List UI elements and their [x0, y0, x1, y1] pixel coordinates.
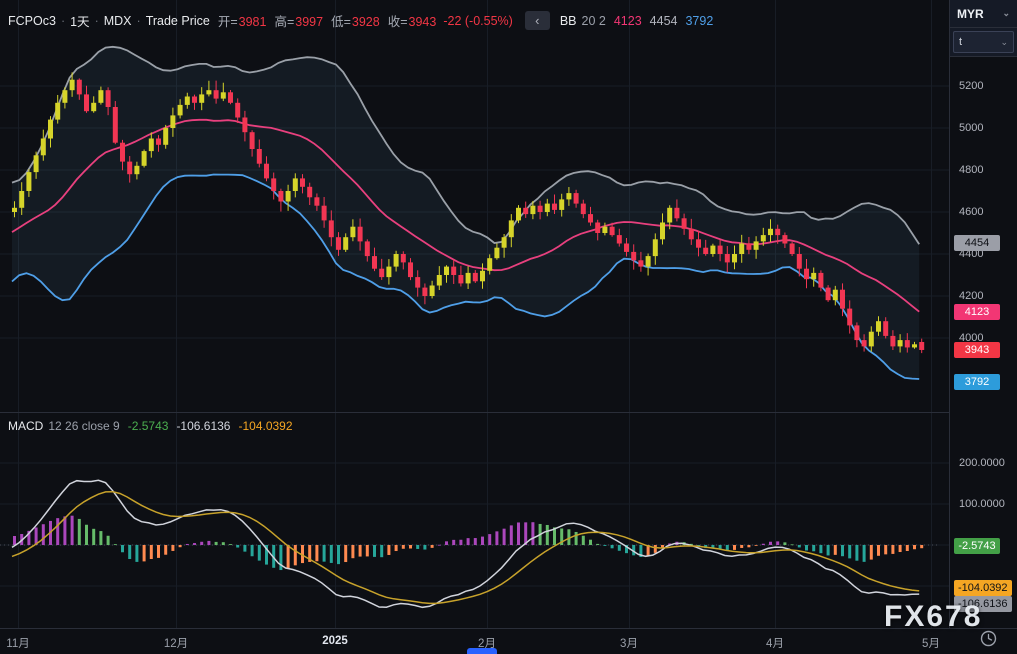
ohlc-key: 开=	[218, 15, 238, 29]
bb-value: 3792	[685, 14, 713, 28]
bb-values: 4123 4454 3792	[606, 14, 713, 28]
macd-name: MACD	[8, 419, 43, 433]
series-type-label: Trade Price	[146, 14, 210, 28]
axis-price-badge: -106.6136	[954, 596, 1012, 612]
separator-dot: ·	[95, 14, 99, 28]
ohlc-key: 收=	[388, 15, 408, 29]
macd-value: -106.6136	[176, 419, 230, 433]
ohlc-key: 低=	[331, 15, 351, 29]
symbol-title[interactable]: FCPOc3	[8, 14, 56, 28]
unit-label: t	[959, 36, 962, 48]
main-legend: FCPOc3 · 1天 · MDX · Trade Price 开=3981 高=…	[8, 11, 713, 30]
axis-tick-label: 200.0000	[959, 456, 1005, 470]
ohlc-values: 开=3981 高=3997 低=3928 收=3943	[210, 11, 437, 30]
macd-value: -104.0392	[238, 419, 292, 433]
trading-chart-app: FCPOc3 · 1天 · MDX · Trade Price 开=3981 高=…	[0, 0, 1017, 654]
unit-dropdown[interactable]: t ⌄	[953, 31, 1014, 53]
macd-indicator-title[interactable]: MACD 12 26 close 9	[8, 419, 120, 433]
bb-name: BB	[560, 14, 577, 28]
time-axis-label: 3月	[620, 635, 638, 651]
time-axis-label: 2025	[322, 635, 348, 647]
axis-price-badge: 4123	[954, 304, 1000, 320]
chart-canvas[interactable]	[0, 0, 1017, 654]
currency-dropdown[interactable]: MYR ⌄	[950, 0, 1017, 28]
chevron-down-icon: ⌄	[1000, 37, 1008, 48]
macd-legend: MACD 12 26 close 9 -2.5743 -106.6136 -104.0…	[8, 419, 293, 433]
collapse-legend-button[interactable]: ‹	[525, 11, 550, 30]
time-axis-label: 4月	[766, 635, 784, 651]
separator-dot: ·	[61, 14, 65, 28]
ohlc-value: 3997	[295, 15, 323, 29]
bb-params: 20 2	[582, 14, 606, 28]
axis-price-badge: 3943	[954, 342, 1000, 358]
ohlc-value: 3981	[239, 15, 267, 29]
axis-tick-label: 4800	[959, 163, 983, 177]
time-axis-label: 5月	[922, 635, 940, 651]
macd-value: -2.5743	[128, 419, 169, 433]
bb-value: 4123	[614, 14, 642, 28]
separator-dot: ·	[137, 14, 141, 28]
bottom-blue-chip[interactable]	[467, 648, 497, 654]
axis-tick-label: 5000	[959, 121, 983, 135]
axis-tick-label: 4600	[959, 205, 983, 219]
currency-unit-widget: MYR ⌄ t ⌄	[949, 0, 1017, 57]
ohlc-value: 3928	[352, 15, 380, 29]
axis-price-badge: -2.5743	[954, 538, 1000, 554]
axis-tick-label: 4200	[959, 289, 983, 303]
axis-tick-label: 100.0000	[959, 497, 1005, 511]
exchange-label: MDX	[104, 14, 132, 28]
macd-params: 12 26 close 9	[48, 419, 119, 433]
currency-label: MYR	[957, 7, 984, 21]
time-axis-label: 12月	[164, 635, 188, 651]
time-axis[interactable]: 11月12月20252月3月4月5月	[0, 628, 1017, 654]
clock-icon[interactable]	[980, 630, 997, 647]
axis-price-badge: 3792	[954, 374, 1000, 390]
bb-value: 4454	[650, 14, 678, 28]
ohlc-key: 高=	[274, 15, 294, 29]
ohlc-value: 3943	[409, 15, 437, 29]
macd-values: -2.5743 -106.6136 -104.0392	[120, 419, 293, 433]
axis-price-badge: 4454	[954, 235, 1000, 251]
time-axis-label: 11月	[6, 635, 29, 651]
interval-label[interactable]: 1天	[70, 11, 89, 30]
bb-indicator-title[interactable]: BB 20 2	[560, 14, 606, 28]
axis-tick-label: 5200	[959, 79, 983, 93]
change-label: -22 (-0.55%)	[443, 14, 512, 28]
chevron-down-icon: ⌄	[1002, 8, 1010, 19]
axis-price-badge: -104.0392	[954, 580, 1012, 596]
price-axis[interactable]: 5200500048004600440042004000200.0000100.…	[949, 0, 1017, 628]
